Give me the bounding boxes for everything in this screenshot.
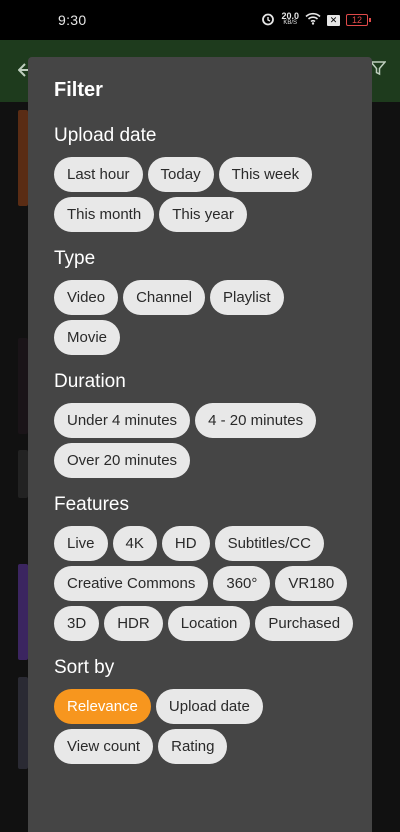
chip-relevance[interactable]: Relevance — [54, 689, 151, 724]
chip-this-year[interactable]: This year — [159, 197, 247, 232]
chip-location[interactable]: Location — [167, 606, 251, 641]
section-title-type: Type — [54, 248, 96, 269]
chip-today[interactable]: Today — [147, 157, 214, 192]
section-title-sort-by: Sort by — [54, 657, 115, 678]
chip-video[interactable]: Video — [54, 280, 119, 315]
chip-movie[interactable]: Movie — [54, 320, 121, 355]
chip-this-month[interactable]: This month — [54, 197, 155, 232]
chip-purchased[interactable]: Purchased — [255, 606, 354, 641]
battery-level: 12 — [351, 15, 362, 25]
chip-this-week[interactable]: This week — [218, 157, 313, 192]
battery-icon: 12 — [346, 14, 371, 26]
chip-360[interactable]: 360° — [213, 566, 271, 601]
section-title-duration: Duration — [54, 371, 126, 392]
chip-rating[interactable]: Rating — [158, 729, 228, 764]
chip-under-4-minutes[interactable]: Under 4 minutes — [54, 403, 191, 438]
status-time: 9:30 — [58, 12, 87, 28]
chip-3d[interactable]: 3D — [54, 606, 100, 641]
net-speed: 20.0 KB/S — [281, 11, 299, 27]
chip-4-20-minutes[interactable]: 4 - 20 minutes — [195, 403, 317, 438]
chip-view-count[interactable]: View count — [54, 729, 154, 764]
video-thumbnail — [18, 110, 28, 206]
video-thumbnail — [18, 564, 28, 660]
status-icons: 20.0 KB/S ✕ 12 — [261, 11, 371, 29]
alarm-icon — [261, 12, 275, 29]
sort-by-chips: Relevance Upload date View count Rating — [54, 689, 354, 764]
video-thumbnail — [18, 338, 28, 434]
type-chips: Video Channel Playlist Movie — [54, 280, 354, 355]
features-chips: Live 4K HD Subtitles/CC Creative Commons… — [54, 526, 354, 641]
chip-4k[interactable]: 4K — [112, 526, 157, 561]
upload-date-chips: Last hour Today This week This month Thi… — [54, 157, 354, 232]
status-bar: 9:30 20.0 KB/S ✕ 12 — [0, 0, 400, 40]
chip-last-hour[interactable]: Last hour — [54, 157, 143, 192]
chip-creative-commons[interactable]: Creative Commons — [54, 566, 209, 601]
wifi-icon — [305, 12, 321, 28]
chip-hdr[interactable]: HDR — [104, 606, 163, 641]
duration-chips: Under 4 minutes 4 - 20 minutes Over 20 m… — [54, 403, 354, 478]
chip-vr180[interactable]: VR180 — [275, 566, 348, 601]
video-thumbnail — [18, 450, 28, 498]
section-title-features: Features — [54, 494, 129, 515]
chip-upload-date[interactable]: Upload date — [155, 689, 263, 724]
section-title-upload-date: Upload date — [54, 125, 157, 146]
net-speed-unit: KB/S — [283, 20, 298, 26]
video-thumbnail — [18, 677, 28, 769]
filter-icon[interactable] — [369, 60, 387, 81]
chip-over-20-minutes[interactable]: Over 20 minutes — [54, 443, 191, 478]
net-speed-value: 20.0 — [281, 11, 299, 21]
chip-hd[interactable]: HD — [161, 526, 210, 561]
chip-playlist[interactable]: Playlist — [209, 280, 284, 315]
chip-channel[interactable]: Channel — [123, 280, 205, 315]
chip-subtitles-cc[interactable]: Subtitles/CC — [214, 526, 324, 561]
dialog-title: Filter — [54, 79, 103, 101]
chip-live[interactable]: Live — [54, 526, 108, 561]
no-sim-icon: ✕ — [327, 14, 340, 26]
filter-dialog: Filter Upload date Last hour Today This … — [28, 57, 372, 832]
